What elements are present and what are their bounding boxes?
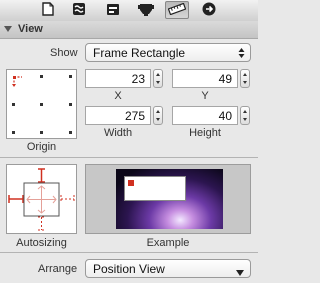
arrange-label: Arrange [38, 263, 78, 275]
y-value: 49 [218, 72, 232, 86]
width-value: 275 [124, 109, 145, 123]
show-label: Show [50, 47, 78, 59]
divider [0, 157, 258, 158]
section-title: View [18, 23, 43, 35]
example-frame [85, 164, 251, 234]
width-stepper[interactable] [153, 106, 163, 125]
x-value: 23 [131, 72, 145, 86]
tab-document[interactable] [36, 2, 60, 19]
ruler-icon [167, 2, 187, 18]
origin-point[interactable] [12, 131, 15, 134]
origin-point[interactable] [12, 103, 15, 106]
x-stepper[interactable] [153, 69, 163, 88]
y-field[interactable]: 49 [172, 69, 238, 88]
autosizing-caption: Autosizing [16, 237, 67, 249]
arrange-popup-value: Position View [93, 262, 165, 276]
origin-caption: Origin [26, 141, 57, 153]
tab-attributes[interactable] [101, 2, 125, 19]
divider [0, 252, 258, 253]
origin-point[interactable] [69, 103, 72, 106]
origin-anchor-icon[interactable] [11, 74, 23, 91]
tab-connections[interactable] [67, 2, 91, 19]
bottom-strut[interactable] [38, 216, 45, 231]
plugin-icon [138, 2, 154, 19]
width-caption: Width [103, 127, 133, 139]
updown-arrows-icon [238, 47, 245, 62]
x-caption: X [114, 90, 122, 102]
height-value: 40 [218, 109, 232, 123]
example-origin-marker [128, 180, 134, 186]
disclosure-triangle-icon[interactable] [4, 26, 12, 32]
example-preview-image [116, 169, 223, 229]
tab-plugin[interactable] [134, 2, 158, 19]
origin-point[interactable] [69, 131, 72, 134]
origin-point[interactable] [40, 103, 43, 106]
width-field[interactable]: 275 [85, 106, 151, 125]
height-caption: Height [189, 127, 221, 139]
arrange-popup[interactable]: Position View [85, 259, 251, 278]
example-view-rect [124, 176, 186, 201]
y-stepper[interactable] [240, 69, 250, 88]
right-strut[interactable] [60, 195, 75, 203]
connections-icon [72, 2, 86, 19]
y-caption: Y [201, 90, 209, 102]
height-stepper[interactable] [240, 106, 250, 125]
autosizing-control[interactable] [6, 164, 77, 234]
tab-size-ruler[interactable] [165, 1, 189, 19]
arrow-right-circle-icon [202, 2, 216, 19]
inspector-toolbar [0, 0, 258, 22]
example-caption: Example [146, 237, 190, 249]
height-field[interactable]: 40 [172, 106, 238, 125]
tab-forward[interactable] [197, 2, 221, 19]
show-popup[interactable]: Frame Rectangle [85, 43, 251, 62]
attributes-icon [106, 3, 120, 19]
document-icon [42, 2, 54, 19]
origin-point[interactable] [40, 131, 43, 134]
origin-selector[interactable] [6, 69, 77, 139]
x-field[interactable]: 23 [85, 69, 151, 88]
origin-point[interactable] [69, 75, 72, 78]
top-strut[interactable] [38, 168, 45, 183]
show-popup-value: Frame Rectangle [93, 46, 186, 60]
chevron-down-icon [236, 267, 244, 279]
left-strut[interactable] [8, 195, 24, 203]
view-section-header[interactable]: View [0, 21, 258, 39]
origin-point[interactable] [40, 75, 43, 78]
